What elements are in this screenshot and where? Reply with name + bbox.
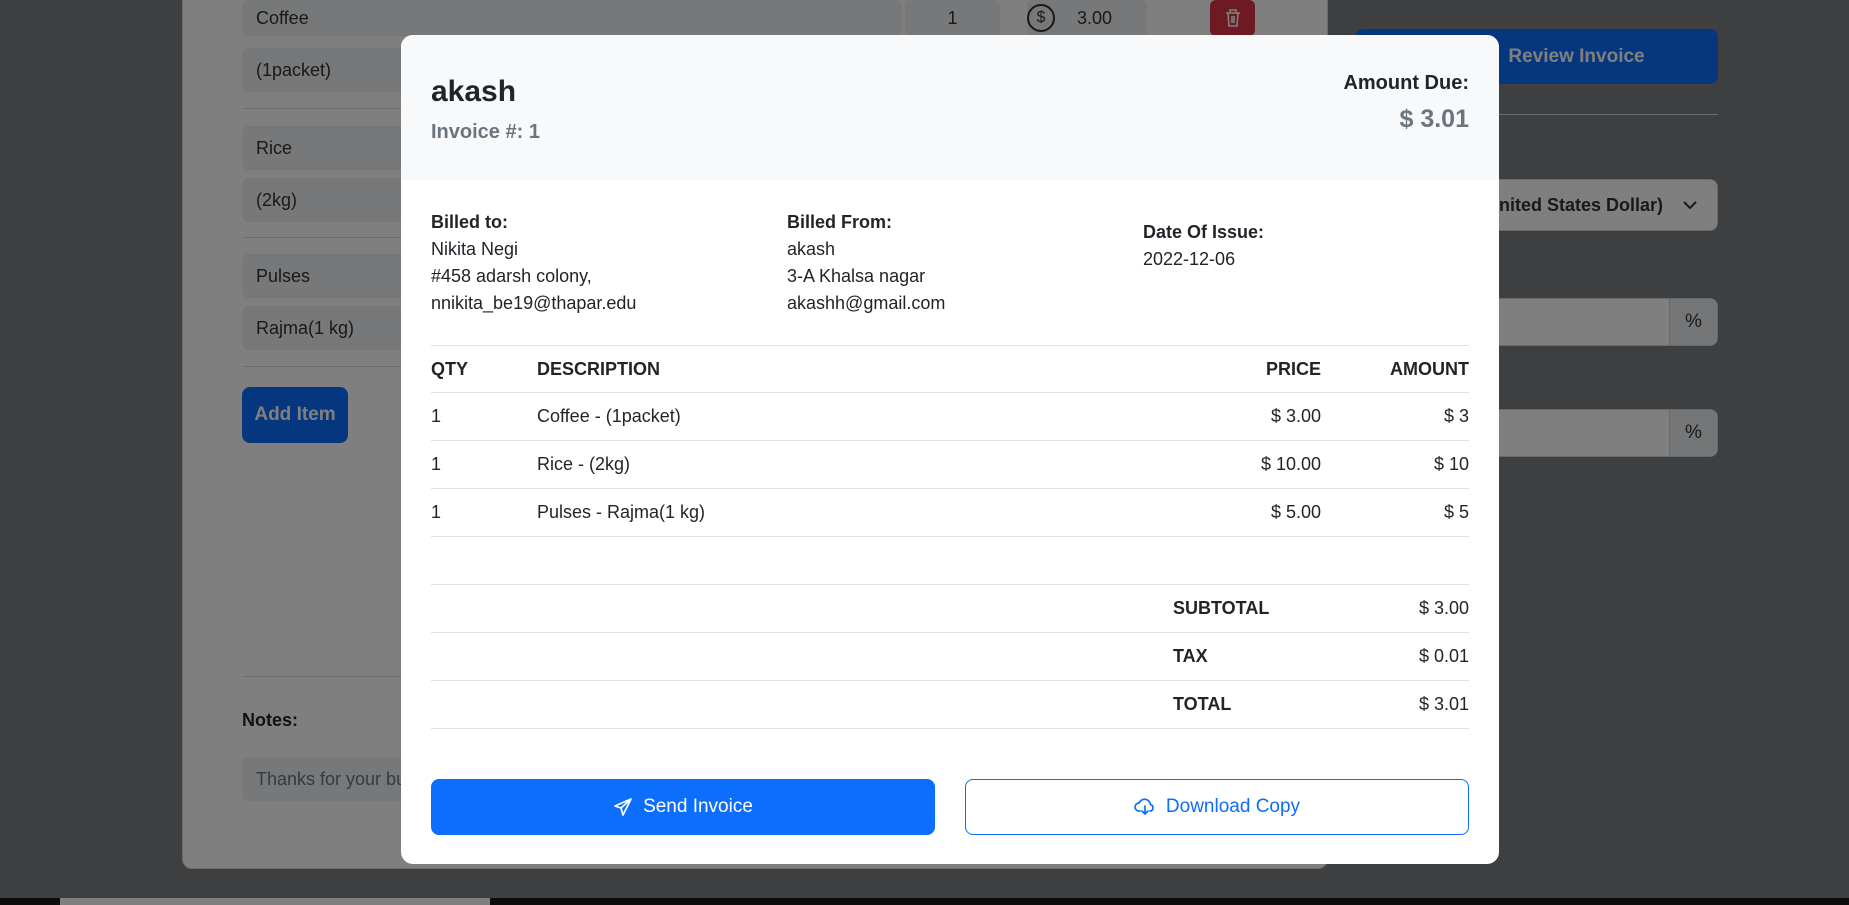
billed-from-name: akash bbox=[787, 239, 836, 259]
row-qty: 1 bbox=[431, 502, 442, 522]
tax-row: TAX $ 0.01 bbox=[431, 633, 1469, 681]
subtotal-value: $ 3.00 bbox=[1418, 598, 1469, 618]
tax-value: $ 0.01 bbox=[1418, 646, 1469, 666]
send-invoice-label: Send Invoice bbox=[643, 796, 753, 817]
total-value: $ 3.01 bbox=[1418, 694, 1469, 714]
invoice-number: Invoice #: 1 bbox=[431, 121, 540, 143]
row-description: Coffee - (1packet) bbox=[537, 406, 681, 426]
download-copy-button[interactable]: Download Copy bbox=[965, 779, 1469, 835]
tax-label: TAX bbox=[1173, 646, 1208, 666]
amount-due-value: $ 3.01 bbox=[1399, 105, 1469, 133]
billed-to-name: Nikita Negi bbox=[431, 239, 519, 259]
business-name: akash bbox=[431, 75, 517, 108]
cloud-download-icon bbox=[1134, 798, 1154, 815]
invoice-preview-modal: akash Invoice #: 1 Amount Due: $ 3.01 Bi… bbox=[401, 35, 1499, 864]
send-icon bbox=[614, 798, 632, 816]
row-description: Rice - (2kg) bbox=[537, 454, 631, 474]
table-row: 1 Pulses - Rajma(1 kg) $ 5.00 $ 5 bbox=[431, 489, 1469, 537]
subtotal-label: SUBTOTAL bbox=[1173, 598, 1270, 618]
billed-from-email: akashh@gmail.com bbox=[787, 293, 946, 313]
date-of-issue-value: 2022-12-06 bbox=[1143, 249, 1236, 269]
download-copy-label: Download Copy bbox=[1165, 796, 1301, 817]
header-amount: AMOUNT bbox=[1390, 358, 1469, 379]
row-description: Pulses - Rajma(1 kg) bbox=[537, 502, 706, 522]
amount-due-label: Amount Due: bbox=[1343, 72, 1469, 94]
row-qty: 1 bbox=[431, 406, 442, 426]
row-price: $ 5.00 bbox=[1270, 502, 1321, 522]
table-row: 1 Coffee - (1packet) $ 3.00 $ 3 bbox=[431, 393, 1469, 441]
row-amount: $ 3 bbox=[1443, 406, 1469, 426]
total-label: TOTAL bbox=[1173, 694, 1232, 714]
row-amount: $ 5 bbox=[1443, 502, 1469, 522]
send-invoice-button[interactable]: Send Invoice bbox=[431, 779, 935, 835]
row-price: $ 3.00 bbox=[1270, 406, 1321, 426]
table-header-row: QTY DESCRIPTION PRICE AMOUNT bbox=[431, 345, 1469, 393]
date-of-issue-label: Date Of Issue: bbox=[1143, 222, 1265, 242]
totals-table: SUBTOTAL $ 3.00 TAX $ 0.01 TOTAL $ 3.01 bbox=[431, 584, 1469, 729]
row-amount: $ 10 bbox=[1433, 454, 1469, 474]
date-of-issue-block: Date Of Issue: 2022-12-06 bbox=[1143, 219, 1264, 273]
billed-to-block: Billed to: Nikita Negi #458 adarsh colon… bbox=[431, 209, 636, 317]
items-table: QTY DESCRIPTION PRICE AMOUNT 1 Coffee - … bbox=[431, 345, 1469, 537]
header-qty: QTY bbox=[431, 358, 469, 379]
table-row: 1 Rice - (2kg) $ 10.00 $ 10 bbox=[431, 441, 1469, 489]
billed-from-block: Billed From: akash 3-A Khalsa nagar akas… bbox=[787, 209, 945, 317]
row-price: $ 10.00 bbox=[1260, 454, 1321, 474]
billed-from-address: 3-A Khalsa nagar bbox=[787, 266, 926, 286]
subtotal-row: SUBTOTAL $ 3.00 bbox=[431, 585, 1469, 633]
modal-header: akash Invoice #: 1 Amount Due: $ 3.01 bbox=[401, 35, 1499, 180]
header-price: PRICE bbox=[1265, 358, 1321, 379]
billed-from-label: Billed From: bbox=[787, 212, 893, 232]
header-description: DESCRIPTION bbox=[537, 358, 661, 379]
billed-to-address: #458 adarsh colony, bbox=[431, 266, 592, 286]
total-row: TOTAL $ 3.01 bbox=[431, 681, 1469, 729]
billed-to-email: nnikita_be19@thapar.edu bbox=[431, 293, 637, 313]
billed-to-label: Billed to: bbox=[431, 212, 508, 232]
row-qty: 1 bbox=[431, 454, 442, 474]
